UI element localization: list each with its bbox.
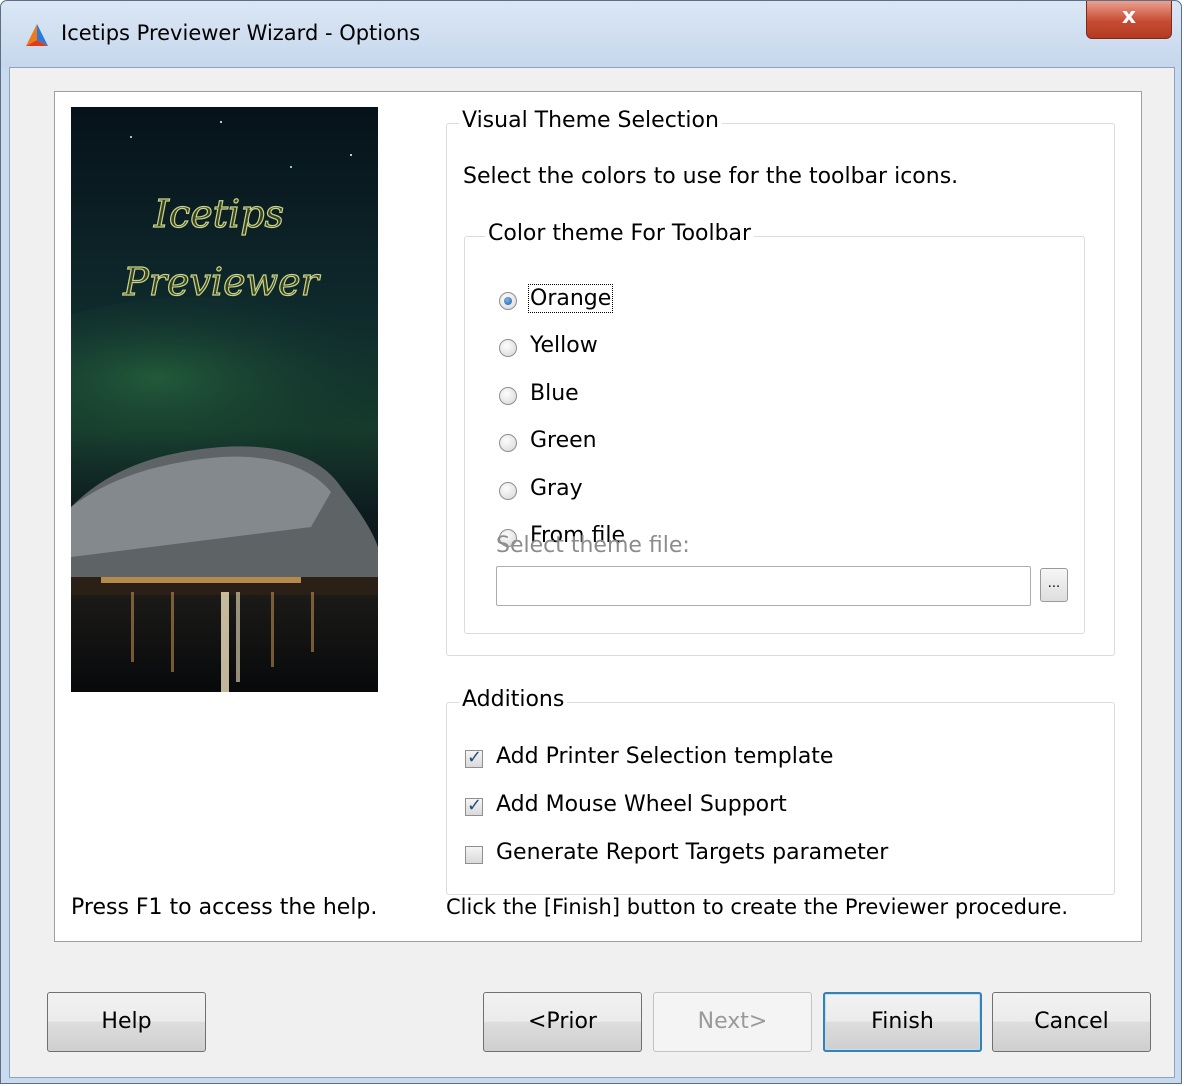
finish-hint-text: Click the [Finish] button to create the … [446, 895, 1069, 919]
ellipsis-icon: ... [1047, 576, 1061, 591]
wizard-window: Icetips Previewer Wizard - Options x Ice… [0, 0, 1182, 1084]
additions-group: Additions Add Printer Selection template… [446, 687, 1115, 895]
report-targets-checkbox[interactable] [465, 846, 483, 864]
radio-orange-label[interactable]: Orange [527, 284, 614, 313]
window-title: Icetips Previewer Wizard - Options [61, 21, 421, 45]
printer-selection-checkbox[interactable] [465, 747, 483, 768]
radio-yellow-label[interactable]: Yellow [530, 333, 598, 358]
help-button[interactable]: Help [47, 992, 206, 1052]
close-icon: x [1121, 4, 1137, 29]
radio-gray-label[interactable]: Gray [530, 476, 583, 501]
close-button[interactable]: x [1086, 1, 1172, 39]
wizard-banner-image: Icetips Previewer [71, 107, 378, 692]
dialog-client-area: Icetips Previewer Visual Theme Selection… [9, 67, 1175, 1078]
radio-green[interactable] [499, 434, 517, 452]
mouse-wheel-label[interactable]: Add Mouse Wheel Support [496, 792, 787, 817]
color-theme-legend: Color theme For Toolbar [485, 221, 755, 246]
radio-yellow[interactable] [499, 339, 517, 357]
radio-blue[interactable] [499, 387, 517, 405]
radio-orange[interactable] [499, 292, 517, 310]
browse-file-button[interactable]: ... [1040, 568, 1068, 602]
theme-file-label: Select theme file: [496, 533, 690, 558]
finish-button[interactable]: Finish [823, 992, 982, 1052]
report-targets-label[interactable]: Generate Report Targets parameter [496, 840, 888, 865]
banner-title-line2: Previewer [122, 260, 321, 304]
app-logo-icon [26, 24, 48, 46]
radio-blue-label[interactable]: Blue [530, 381, 579, 406]
radio-gray[interactable] [499, 482, 517, 500]
next-button[interactable]: Next> [653, 992, 812, 1052]
prior-button[interactable]: <Prior [483, 992, 642, 1052]
radio-green-label[interactable]: Green [530, 428, 597, 453]
title-bar: Icetips Previewer Wizard - Options x [1, 1, 1181, 67]
theme-file-input[interactable] [496, 566, 1031, 606]
mouse-wheel-checkbox[interactable] [465, 795, 483, 816]
visual-theme-description: Select the colors to use for the toolbar… [463, 164, 959, 189]
visual-theme-legend: Visual Theme Selection [459, 108, 722, 133]
additions-legend: Additions [459, 687, 568, 712]
cancel-button[interactable]: Cancel [992, 992, 1151, 1052]
options-panel: Icetips Previewer Visual Theme Selection… [54, 91, 1142, 942]
help-hint-text: Press F1 to access the help. [71, 895, 378, 920]
color-theme-group: Color theme For Toolbar Orange Yellow Bl… [464, 221, 1085, 634]
printer-selection-label[interactable]: Add Printer Selection template [496, 744, 833, 769]
banner-title-line1: Icetips [153, 192, 284, 236]
visual-theme-group: Visual Theme Selection Select the colors… [446, 108, 1115, 656]
